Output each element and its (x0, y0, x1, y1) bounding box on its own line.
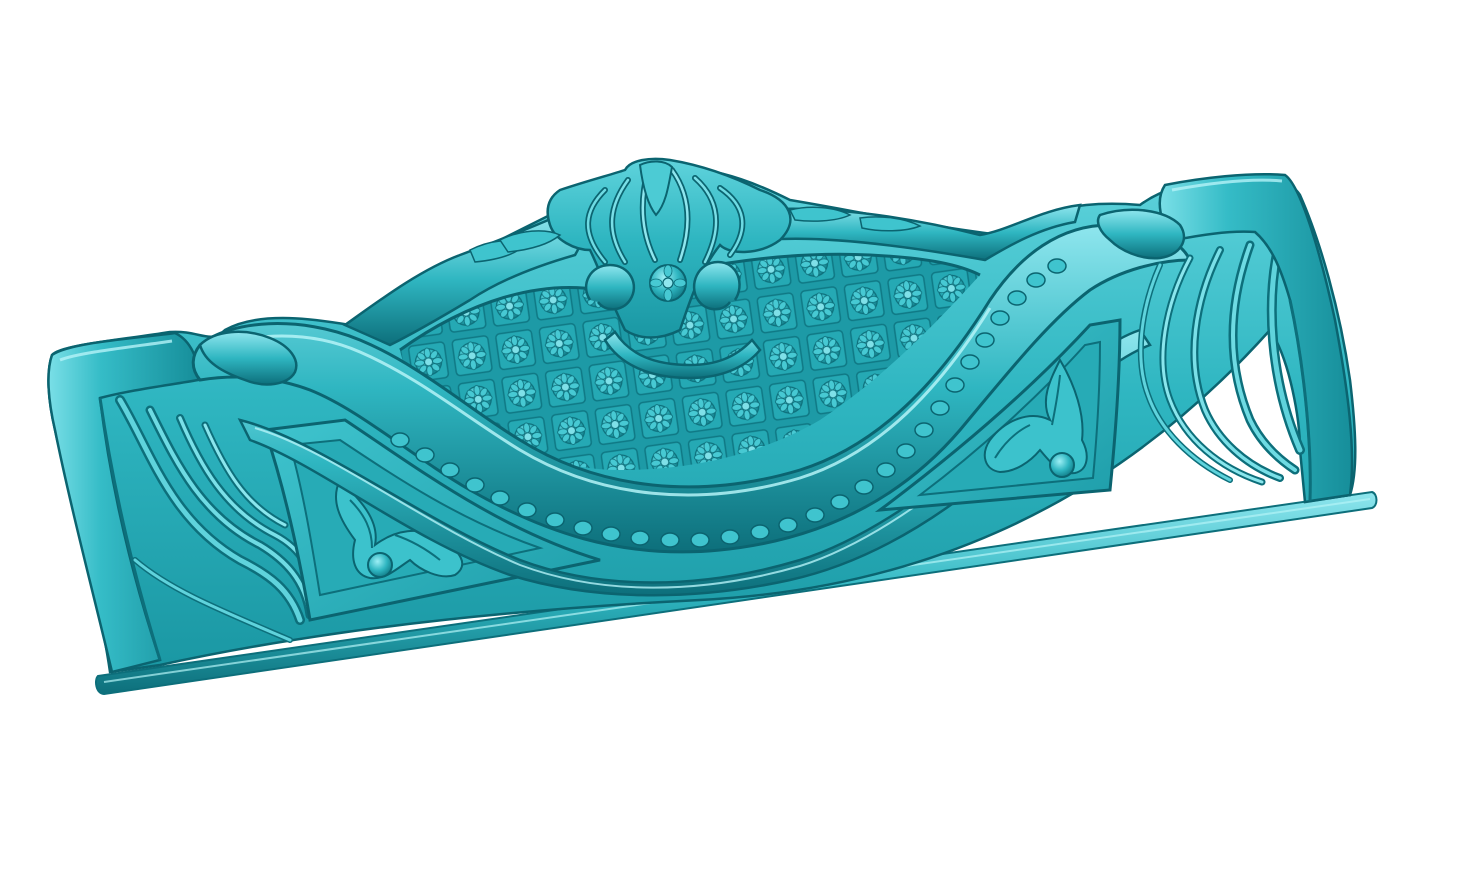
render-viewport (0, 0, 1462, 874)
headboard-relief-model (47, 157, 1378, 696)
